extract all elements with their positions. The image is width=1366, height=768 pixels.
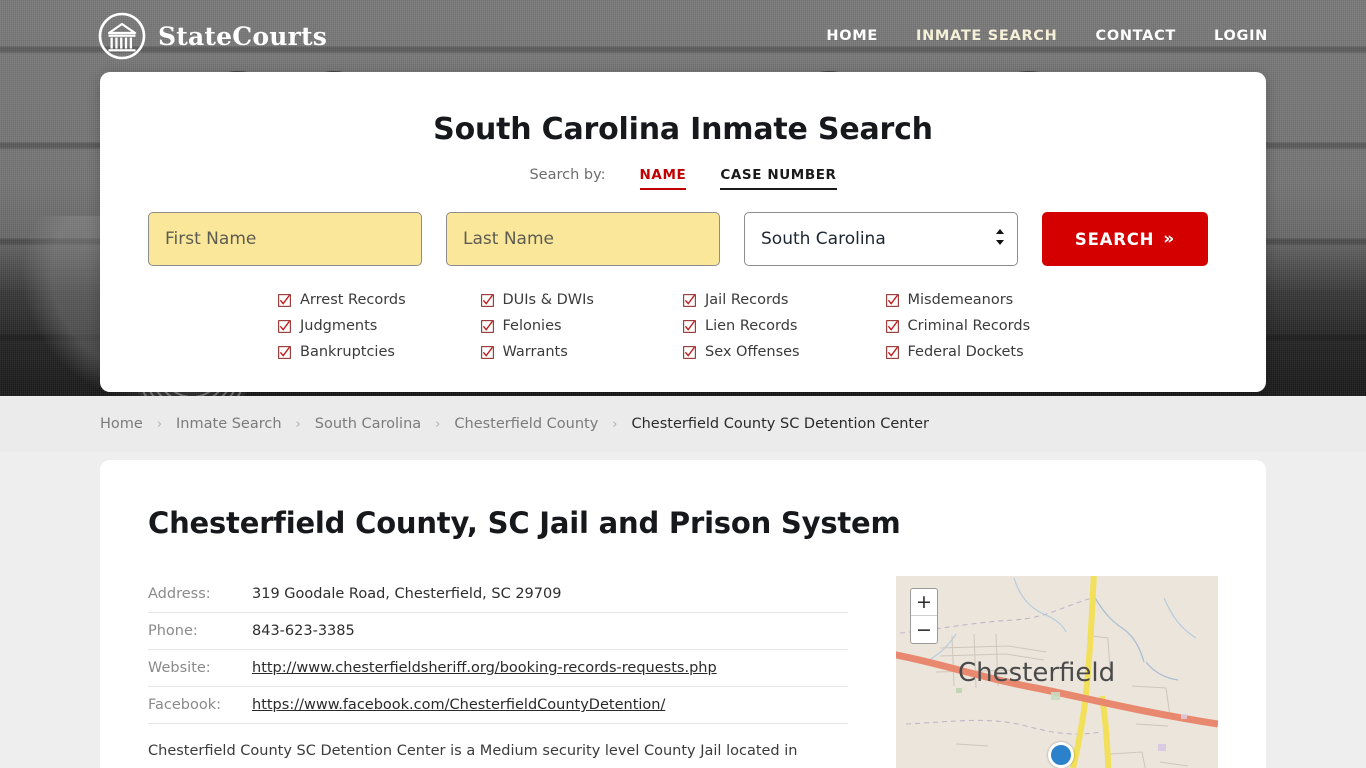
record-types-list: Arrest Records DUIs & DWIs Jail Records … bbox=[148, 292, 1218, 360]
table-row: Phone: 843-623-3385 bbox=[148, 613, 848, 650]
facility-info-table: Address: 319 Goodale Road, Chesterfield,… bbox=[148, 576, 848, 724]
hero-banner: COURTHOUSE StateCourts HOME bbox=[0, 0, 1366, 396]
last-name-input[interactable] bbox=[446, 212, 720, 266]
feature-item: Misdemeanors bbox=[885, 292, 1089, 308]
feature-item: Federal Dockets bbox=[885, 344, 1089, 360]
info-key-phone: Phone: bbox=[148, 623, 198, 639]
breadcrumb: Home › Inmate Search › South Carolina › … bbox=[100, 416, 929, 432]
feature-label: Misdemeanors bbox=[907, 292, 1014, 308]
feature-label: Sex Offenses bbox=[705, 344, 800, 360]
breadcrumb-item-inmate-search[interactable]: Inmate Search bbox=[176, 416, 282, 432]
location-map[interactable]: Chesterfield + − bbox=[896, 576, 1218, 768]
checked-checkbox-icon bbox=[278, 345, 291, 359]
info-value-phone: 843-623-3385 bbox=[252, 623, 355, 639]
checked-checkbox-icon bbox=[885, 293, 899, 307]
info-value-website: http://www.chesterfieldsheriff.org/booki… bbox=[252, 650, 848, 687]
nav-item-login[interactable]: LOGIN bbox=[1214, 28, 1268, 44]
checked-checkbox-icon bbox=[683, 293, 696, 307]
brand-logo-link[interactable]: StateCourts bbox=[98, 12, 327, 60]
tab-search-by-case-number[interactable]: CASE NUMBER bbox=[720, 167, 837, 190]
chevron-right-icon: › bbox=[435, 416, 441, 432]
facebook-link[interactable]: https://www.facebook.com/ChesterfieldCou… bbox=[252, 697, 665, 713]
info-value-facebook: https://www.facebook.com/ChesterfieldCou… bbox=[252, 687, 848, 724]
top-navigation-bar: StateCourts HOME INMATE SEARCH CONTACT L… bbox=[0, 0, 1366, 72]
website-link[interactable]: http://www.chesterfieldsheriff.org/booki… bbox=[252, 660, 717, 676]
map-zoom-in-button[interactable]: + bbox=[911, 589, 937, 616]
checked-checkbox-icon bbox=[683, 319, 696, 333]
checked-checkbox-icon bbox=[480, 319, 494, 333]
feature-item: Felonies bbox=[480, 318, 684, 334]
breadcrumb-bar: Home › Inmate Search › South Carolina › … bbox=[0, 396, 1366, 452]
state-select-wrapper: South Carolina bbox=[744, 212, 1018, 266]
feature-label: Arrest Records bbox=[300, 292, 406, 308]
checked-checkbox-icon bbox=[278, 293, 291, 307]
feature-label: Criminal Records bbox=[907, 318, 1031, 334]
map-zoom-controls: + − bbox=[910, 588, 938, 644]
feature-item: Arrest Records bbox=[278, 292, 481, 308]
table-row: Facebook: https://www.facebook.com/Chest… bbox=[148, 687, 848, 724]
facility-info-column: Address: 319 Goodale Road, Chesterfield,… bbox=[148, 576, 848, 768]
checked-checkbox-icon bbox=[885, 345, 899, 359]
chevron-right-icon: › bbox=[295, 416, 301, 432]
feature-item: Lien Records bbox=[683, 318, 886, 334]
info-value-address: 319 Goodale Road, Chesterfield, SC 29709 bbox=[252, 586, 562, 602]
feature-item: Jail Records bbox=[683, 292, 886, 308]
feature-item: Criminal Records bbox=[885, 318, 1089, 334]
feature-label: Lien Records bbox=[705, 318, 798, 334]
nav-item-contact[interactable]: CONTACT bbox=[1095, 28, 1176, 44]
nav-item-home[interactable]: HOME bbox=[826, 28, 878, 44]
feature-item: DUIs & DWIs bbox=[480, 292, 684, 308]
breadcrumb-item-chesterfield-county[interactable]: Chesterfield County bbox=[454, 416, 598, 432]
search-by-row: Search by: NAME CASE NUMBER bbox=[148, 167, 1218, 190]
search-button[interactable]: SEARCH » bbox=[1042, 212, 1208, 266]
inmate-search-card: South Carolina Inmate Search Search by: … bbox=[100, 72, 1266, 392]
double-chevron-right-icon: » bbox=[1163, 228, 1176, 249]
feature-label: Jail Records bbox=[705, 292, 789, 308]
checked-checkbox-icon bbox=[480, 293, 494, 307]
breadcrumb-item-current: Chesterfield County SC Detention Center bbox=[631, 416, 929, 432]
main-content-card: Chesterfield County, SC Jail and Prison … bbox=[100, 460, 1266, 768]
chevron-right-icon: › bbox=[612, 416, 618, 432]
table-row: Website: http://www.chesterfieldsheriff.… bbox=[148, 650, 848, 687]
feature-label: Warrants bbox=[502, 344, 568, 360]
courthouse-circle-icon bbox=[98, 12, 146, 60]
map-zoom-out-button[interactable]: − bbox=[911, 616, 937, 643]
feature-item: Sex Offenses bbox=[683, 344, 886, 360]
checked-checkbox-icon bbox=[885, 319, 899, 333]
map-marker-icon[interactable] bbox=[1048, 742, 1074, 768]
brand-name: StateCourts bbox=[158, 21, 327, 51]
info-key-website: Website: bbox=[148, 660, 211, 676]
feature-label: Federal Dockets bbox=[907, 344, 1024, 360]
checked-checkbox-icon bbox=[683, 345, 696, 359]
chevron-right-icon: › bbox=[156, 416, 163, 432]
facility-title: Chesterfield County, SC Jail and Prison … bbox=[148, 506, 901, 540]
feature-label: Judgments bbox=[300, 318, 378, 334]
breadcrumb-item-south-carolina[interactable]: South Carolina bbox=[315, 416, 421, 432]
page-title: South Carolina Inmate Search bbox=[433, 112, 933, 147]
feature-item: Bankruptcies bbox=[278, 344, 481, 360]
feature-item: Judgments bbox=[278, 318, 481, 334]
search-by-label: Search by: bbox=[529, 167, 606, 183]
map-city-label: Chesterfield bbox=[958, 658, 1116, 688]
first-name-input[interactable] bbox=[148, 212, 422, 266]
main-nav: HOME INMATE SEARCH CONTACT LOGIN bbox=[826, 28, 1268, 44]
search-form: South Carolina SEARCH » bbox=[148, 212, 1218, 266]
info-key-facebook: Facebook: bbox=[148, 697, 222, 713]
breadcrumb-item-home[interactable]: Home bbox=[100, 416, 143, 432]
info-key-address: Address: bbox=[148, 586, 211, 602]
feature-item: Warrants bbox=[480, 344, 684, 360]
feature-label: Bankruptcies bbox=[300, 344, 395, 360]
search-button-label: SEARCH bbox=[1074, 229, 1155, 249]
feature-label: Felonies bbox=[502, 318, 562, 334]
table-row: Address: 319 Goodale Road, Chesterfield,… bbox=[148, 576, 848, 613]
checked-checkbox-icon bbox=[278, 319, 291, 333]
state-select[interactable]: South Carolina bbox=[744, 212, 1018, 266]
content-columns: Address: 319 Goodale Road, Chesterfield,… bbox=[148, 576, 1218, 768]
feature-label: DUIs & DWIs bbox=[502, 292, 594, 308]
nav-item-inmate-search[interactable]: INMATE SEARCH bbox=[916, 28, 1058, 44]
facility-description: Chesterfield County SC Detention Center … bbox=[148, 743, 798, 759]
checked-checkbox-icon bbox=[480, 345, 494, 359]
tab-search-by-name[interactable]: NAME bbox=[639, 167, 687, 190]
